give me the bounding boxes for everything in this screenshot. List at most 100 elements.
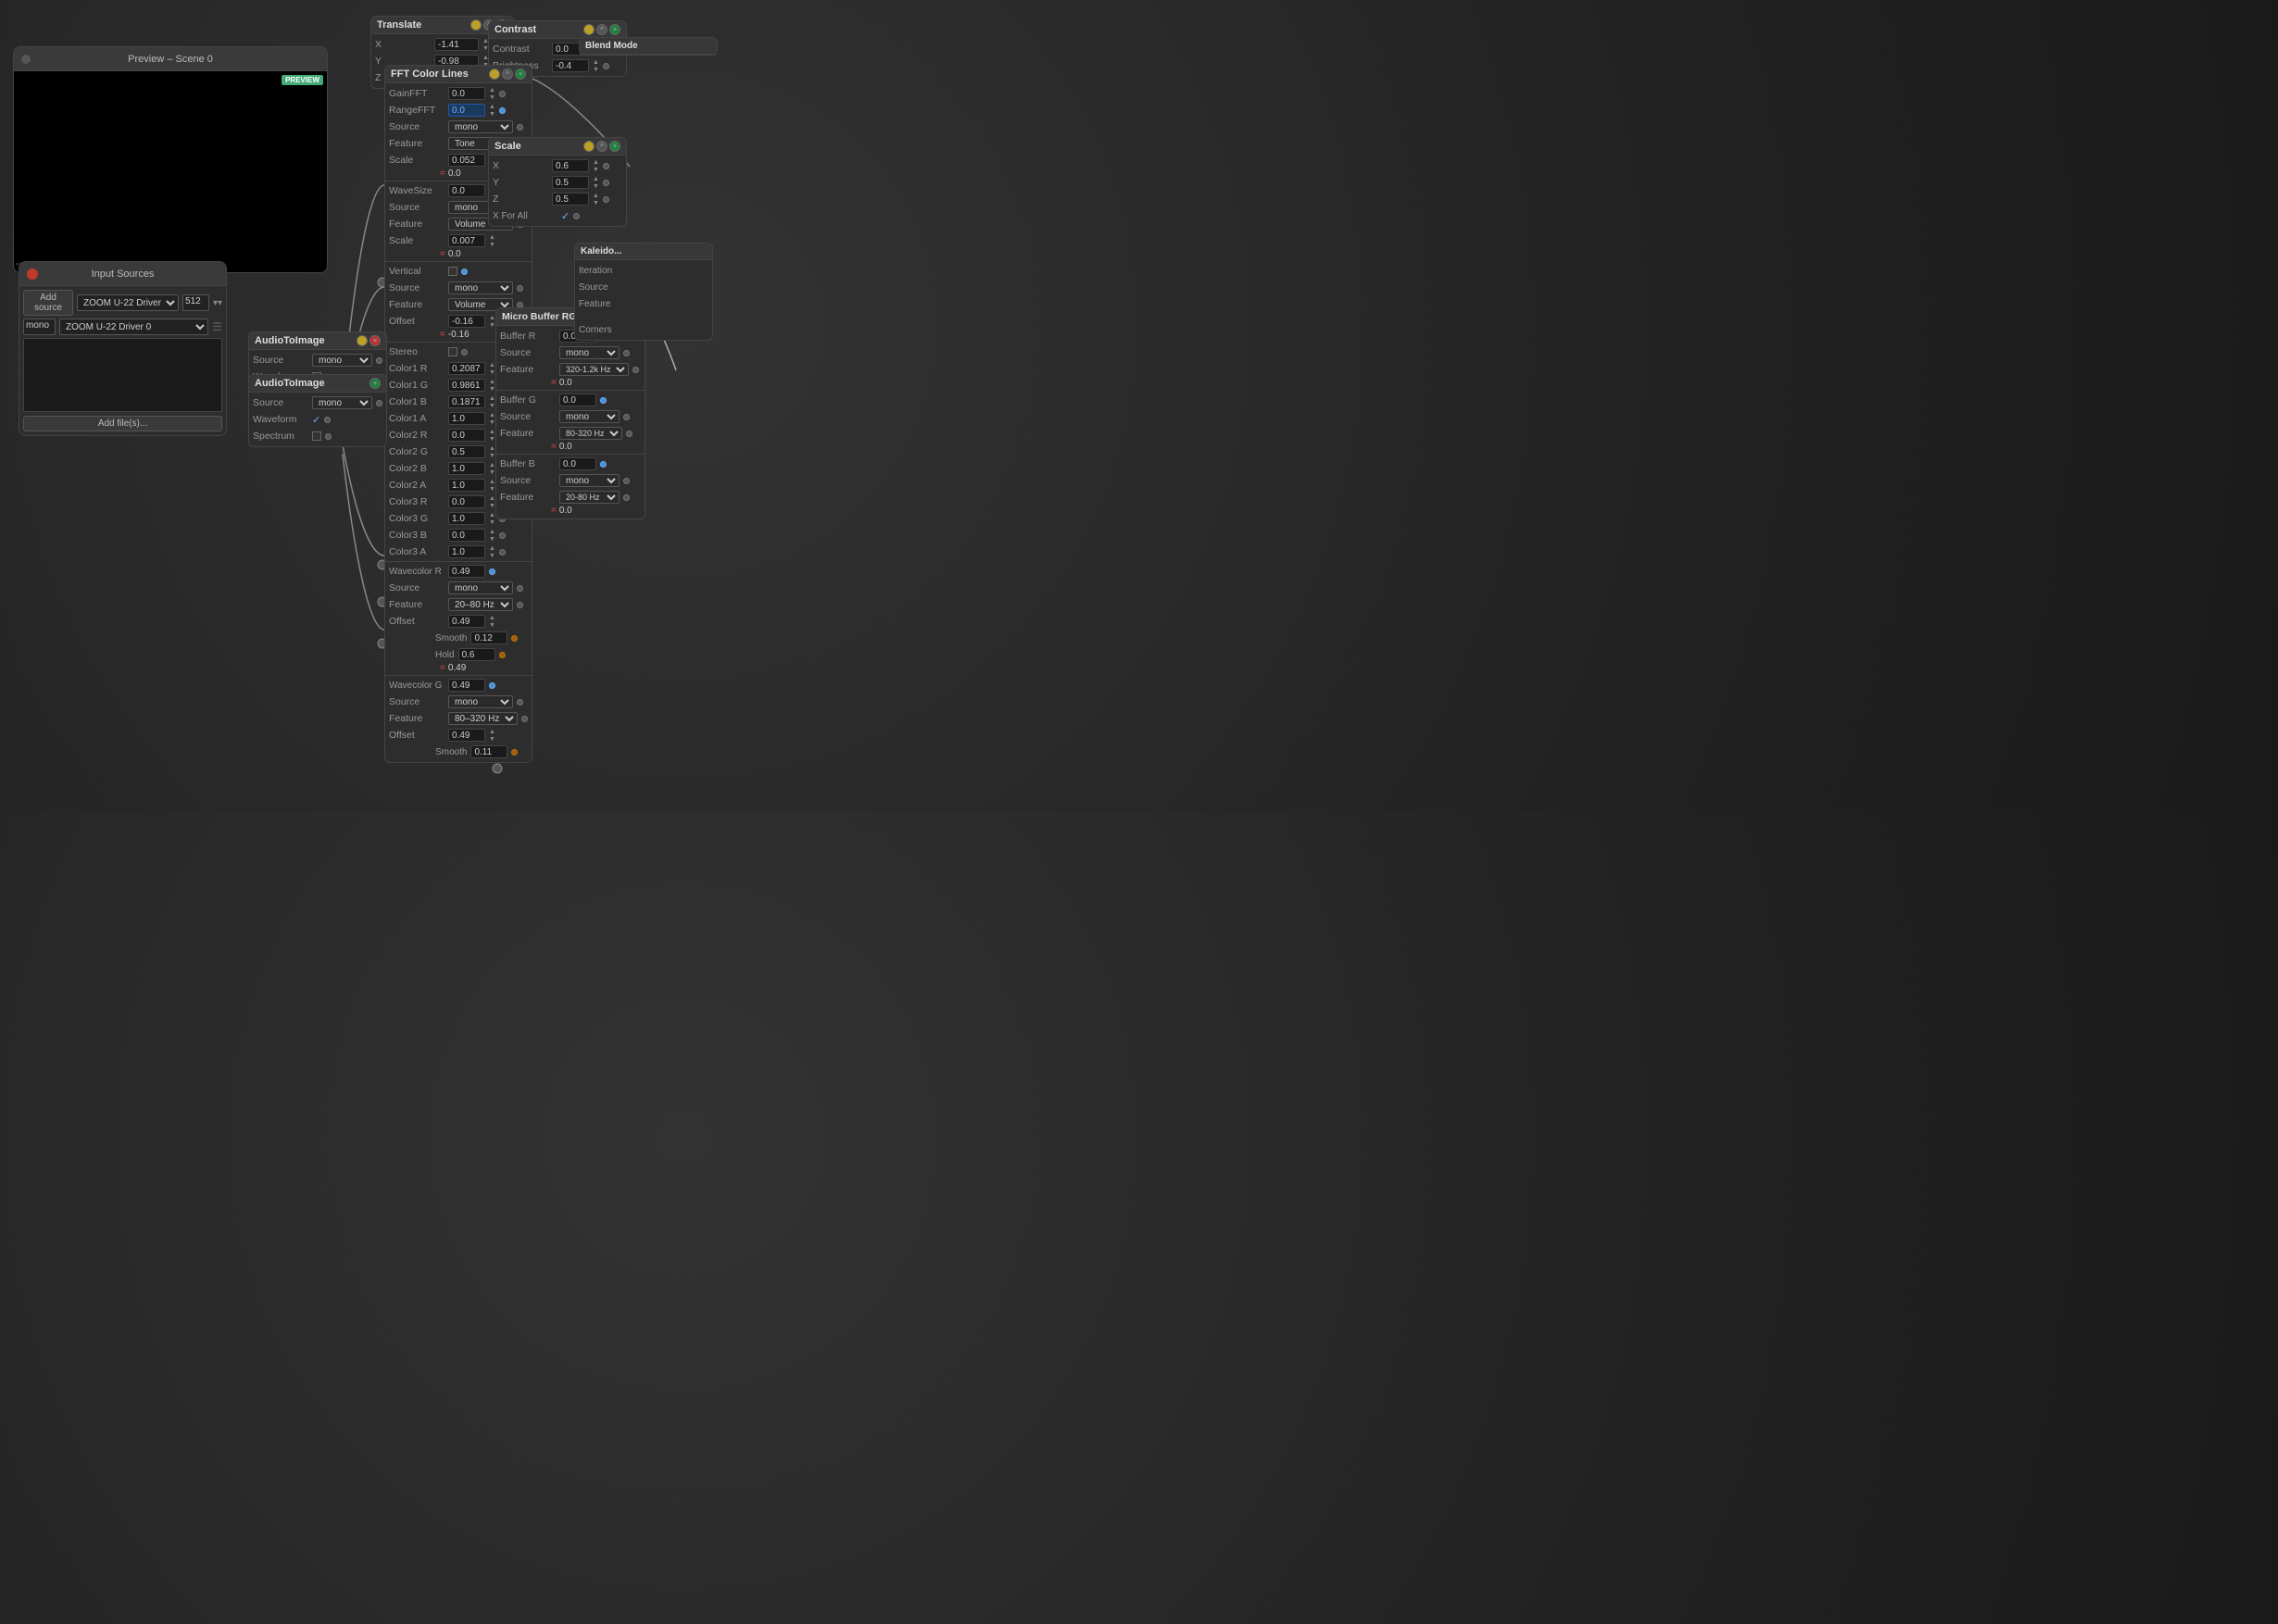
scale-x-value[interactable]: 0.6 xyxy=(552,159,589,172)
fft-color2r-stepper[interactable]: ▲▼ xyxy=(489,429,495,443)
micro-buffer-feature2-label: Feature xyxy=(500,428,556,439)
fft-offset-value[interactable]: -0.16 xyxy=(448,315,485,328)
fft-color3b-stepper[interactable]: ▲▼ xyxy=(489,529,495,543)
buffer-size-input[interactable]: 512 xyxy=(182,294,209,311)
fft-color2r-value[interactable]: 0.0 xyxy=(448,429,485,442)
fft-color3b-value[interactable]: 0.0 xyxy=(448,529,485,542)
micro-buffer-source2-connector xyxy=(623,414,630,420)
input-sources-close-button[interactable] xyxy=(27,269,38,280)
contrast-add[interactable]: + xyxy=(609,24,620,35)
fft-scale-value[interactable]: 0.052 xyxy=(448,154,485,167)
driver-input-select[interactable]: ZOOM U-22 Driver 0 xyxy=(59,319,208,335)
micro-buffer-bufferG-value[interactable]: 0.0 xyxy=(559,394,596,406)
scale-z-value[interactable]: 0.5 xyxy=(552,193,589,206)
driver-select[interactable]: ZOOM U-22 Driver xyxy=(77,294,179,311)
fft-offset5-value[interactable]: 0.49 xyxy=(448,729,485,742)
fft-wavecolorG-label: Wavecolor G xyxy=(389,681,444,691)
fft-add[interactable]: + xyxy=(515,69,526,80)
fft-feature5-select[interactable]: 80–320 Hz xyxy=(448,712,518,725)
ati1-minimize[interactable]: – xyxy=(357,335,368,346)
fft-offset4-value[interactable]: 0.49 xyxy=(448,615,485,628)
scale-z-stepper[interactable]: ▲▼ xyxy=(593,193,599,206)
fft-wavecolorG-value[interactable]: 0.49 xyxy=(448,679,485,692)
fft-rangefft-value[interactable]: 0.0 xyxy=(448,104,485,117)
fft-color1r-value[interactable]: 0.2087 xyxy=(448,362,485,375)
fft-color1b-value[interactable]: 0.1871 xyxy=(448,395,485,408)
ati2-add[interactable]: + xyxy=(369,378,381,389)
micro-buffer-bufferB-value[interactable]: 0.0 xyxy=(559,457,596,470)
fft-offset5-stepper[interactable]: ▲▼ xyxy=(489,729,495,743)
fft-color3g-stepper[interactable]: ▲▼ xyxy=(489,512,495,526)
fft-stereo-checkbox[interactable] xyxy=(448,347,457,356)
scale-add[interactable]: + xyxy=(609,141,620,152)
translate-minimize[interactable]: – xyxy=(470,19,482,31)
fft-color3a-value[interactable]: 1.0 xyxy=(448,545,485,558)
fft-offset4-stepper[interactable]: ▲▼ xyxy=(489,615,495,629)
mono-label: mono xyxy=(23,319,56,335)
fft-color2a-stepper[interactable]: ▲▼ xyxy=(489,479,495,493)
contrast-brightness-stepper[interactable]: ▲▼ xyxy=(593,59,599,73)
fft-source4-select[interactable]: mono xyxy=(448,581,513,594)
fft-rangefft-stepper[interactable]: ▲▼ xyxy=(489,104,495,118)
scale-minimize[interactable]: – xyxy=(583,141,595,152)
fft-smooth4-connector xyxy=(511,635,518,642)
fft-smooth5-value[interactable]: 0.11 xyxy=(470,745,507,758)
fft-gainfft-stepper[interactable]: ▲▼ xyxy=(489,87,495,101)
fft-vertical-label: Vertical xyxy=(389,266,444,277)
fft-hold4-value[interactable]: 0.6 xyxy=(458,648,495,661)
fft-settings[interactable]: ^ xyxy=(502,69,513,80)
scale-z-label: Z xyxy=(493,194,548,205)
fft-color1r-label: Color1 R xyxy=(389,363,444,374)
contrast-settings[interactable]: ^ xyxy=(596,24,607,35)
fft-color2a-value[interactable]: 1.0 xyxy=(448,479,485,492)
ati2-spectrum-checkbox[interactable] xyxy=(312,431,321,441)
scale-settings[interactable]: ^ xyxy=(596,141,607,152)
contrast-minimize[interactable]: – xyxy=(583,24,595,35)
ati1-source-select[interactable]: mono xyxy=(312,354,372,367)
translate-x-value[interactable]: -1.41 xyxy=(434,38,479,51)
micro-buffer-eq1-value: 0.0 xyxy=(559,378,572,388)
fft-color3g-value[interactable]: 1.0 xyxy=(448,512,485,525)
list-icon[interactable]: ☰ xyxy=(212,320,222,333)
micro-buffer-source2-select[interactable]: mono xyxy=(559,410,620,423)
fft-color1a-value[interactable]: 1.0 xyxy=(448,412,485,425)
fft-color3r-stepper[interactable]: ▲▼ xyxy=(489,495,495,509)
fft-smooth4-value[interactable]: 0.12 xyxy=(470,631,507,644)
fft-color3r-value[interactable]: 0.0 xyxy=(448,495,485,508)
fft-source-select[interactable]: mono xyxy=(448,120,513,133)
ati1-close[interactable]: × xyxy=(369,335,381,346)
ati2-source-select[interactable]: mono xyxy=(312,396,372,409)
fft-color1g-value[interactable]: 0.9861 xyxy=(448,379,485,392)
fft-color2g-stepper[interactable]: ▲▼ xyxy=(489,445,495,459)
fft-source3-select[interactable]: mono xyxy=(448,281,513,294)
fft-color2b-value[interactable]: 1.0 xyxy=(448,462,485,475)
fft-scale2-value[interactable]: 0.007 xyxy=(448,234,485,247)
micro-buffer-source-select[interactable]: mono xyxy=(559,346,620,359)
fft-scale2-stepper[interactable]: ▲▼ xyxy=(489,234,495,248)
scale-x-stepper[interactable]: ▲▼ xyxy=(593,159,599,173)
micro-buffer-source3-select[interactable]: mono xyxy=(559,474,620,487)
fft-feature4-select[interactable]: 20–80 Hz xyxy=(448,598,513,611)
micro-buffer-feature3-select[interactable]: 20-80 Hz xyxy=(559,491,620,504)
add-source-button[interactable]: Add source xyxy=(23,290,73,316)
micro-buffer-feature2-select[interactable]: 80-320 Hz xyxy=(559,427,622,440)
scale-y-stepper[interactable]: ▲▼ xyxy=(593,176,599,190)
fft-vertical-checkbox[interactable] xyxy=(448,267,457,276)
fft-wavecolorR-value[interactable]: 0.49 xyxy=(448,565,485,578)
scale-y-value[interactable]: 0.5 xyxy=(552,176,589,189)
fft-source5-select[interactable]: mono xyxy=(448,695,513,708)
micro-buffer-feature-select[interactable]: 320-1.2k Hz xyxy=(559,363,629,376)
fft-color1a-stepper[interactable]: ▲▼ xyxy=(489,412,495,426)
fft-color2g-value[interactable]: 0.5 xyxy=(448,445,485,458)
fft-gainfft-value[interactable]: 0.0 xyxy=(448,87,485,100)
fft-wavesize-value[interactable]: 0.0 xyxy=(448,184,485,197)
fft-color3a-stepper[interactable]: ▲▼ xyxy=(489,545,495,559)
add-files-button[interactable]: Add file(s)... xyxy=(23,416,222,431)
fft-color1r-stepper[interactable]: ▲▼ xyxy=(489,362,495,376)
fft-offset-stepper[interactable]: ▲▼ xyxy=(489,315,495,329)
fft-color1g-stepper[interactable]: ▲▼ xyxy=(489,379,495,393)
contrast-brightness-value[interactable]: -0.4 xyxy=(552,59,589,72)
fft-color2b-stepper[interactable]: ▲▼ xyxy=(489,462,495,476)
fft-color1b-stepper[interactable]: ▲▼ xyxy=(489,395,495,409)
fft-minimize[interactable]: – xyxy=(489,69,500,80)
